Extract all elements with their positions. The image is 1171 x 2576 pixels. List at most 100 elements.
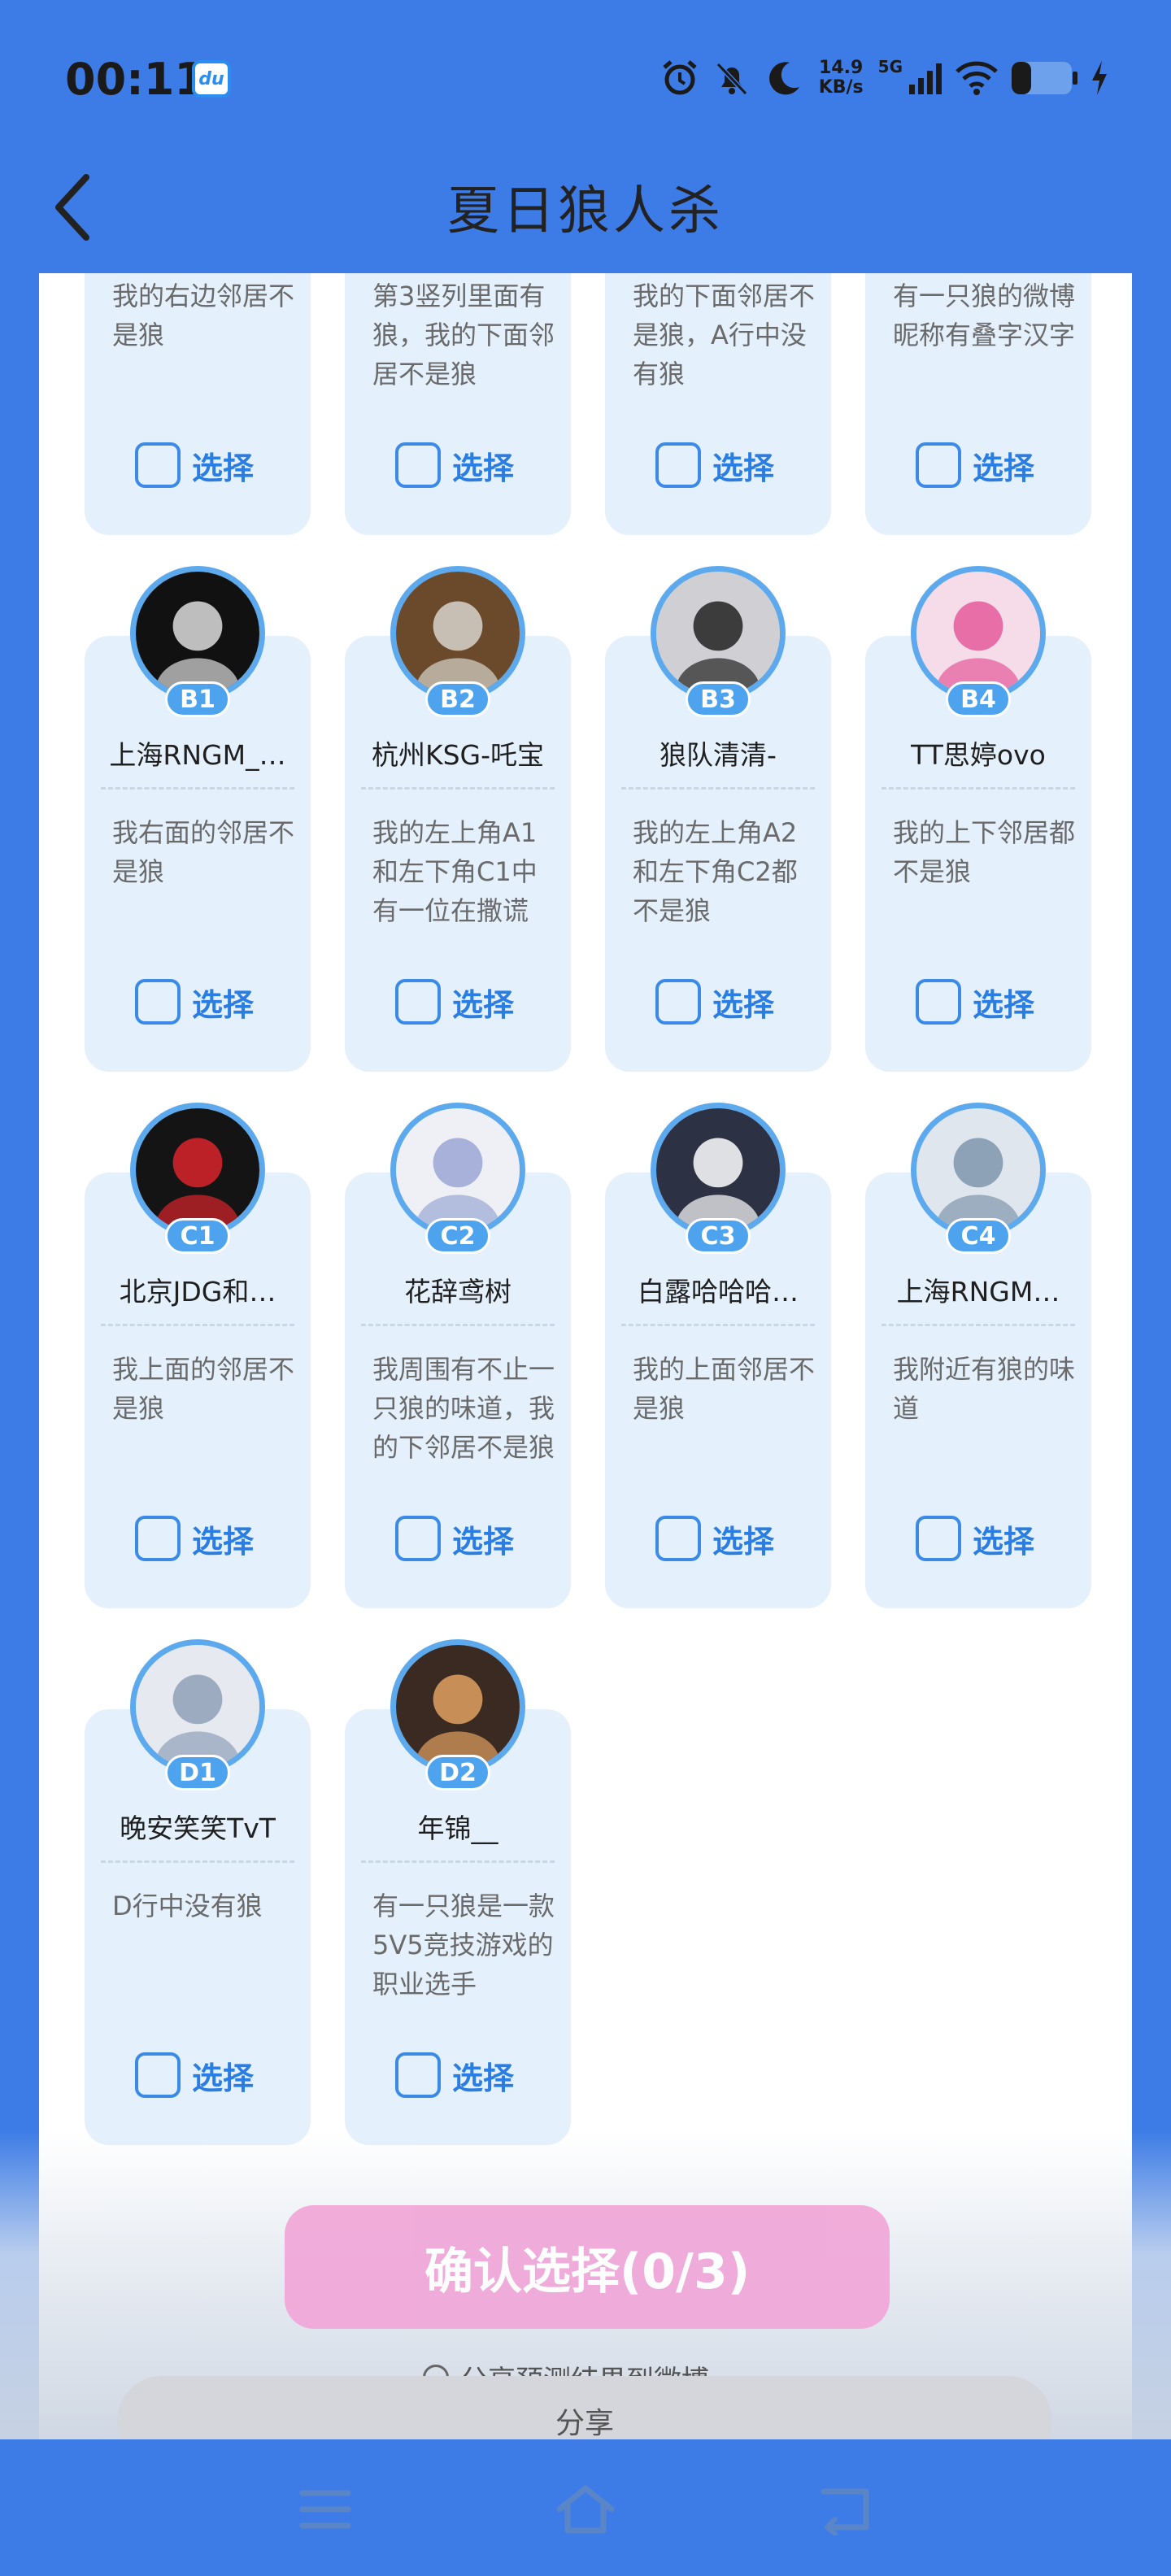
select-toggle[interactable]: 选择 — [655, 442, 774, 488]
wifi-icon — [956, 61, 998, 95]
select-checkbox[interactable] — [655, 979, 701, 1025]
net-speed-unit: KB/s — [818, 77, 864, 98]
select-checkbox[interactable] — [916, 442, 961, 488]
player-claim: 我的上面邻居不是狼 — [633, 1354, 816, 1424]
select-label: 选择 — [973, 450, 1035, 486]
menu-icon — [299, 2490, 351, 2529]
nav-menu-button[interactable] — [293, 2477, 358, 2542]
player-claim: 有一只狼的微博昵称有叠字汉字 — [893, 281, 1076, 350]
player-claim: 有一只狼是一款5V5竞技游戏的职业选手 — [372, 1891, 555, 1999]
player-panel: A1北京JDG-Pa…我的右边邻居不是狼选择A2上海RNGM…第3竖列里面有狼，… — [39, 273, 1132, 2439]
select-toggle[interactable]: 选择 — [135, 442, 254, 488]
back-icon — [821, 2488, 869, 2535]
seat-badge: B2 — [425, 681, 490, 717]
card-divider — [361, 1860, 555, 1863]
select-label: 选择 — [712, 1523, 775, 1560]
select-toggle[interactable]: 选择 — [135, 2052, 254, 2098]
net-speed-value: 14.9 — [819, 58, 864, 78]
nav-home-button[interactable] — [553, 2477, 618, 2542]
player-name: 上海RNGM_… — [109, 739, 286, 771]
seat-badge: D2 — [425, 1755, 490, 1791]
system-nav-bar — [0, 2439, 1171, 2576]
player-claim: 我周围有不止一只狼的味道，我的下邻居不是狼 — [372, 1354, 555, 1463]
select-toggle[interactable]: 选择 — [655, 1516, 774, 1561]
player-name: 白露哈哈哈… — [638, 1276, 799, 1308]
seat-badge: C1 — [165, 1218, 230, 1254]
select-toggle[interactable]: 选择 — [916, 442, 1034, 488]
player-name: TT思婷ovo — [911, 739, 1046, 771]
player-name: 晚安笑笑TvT — [120, 1812, 276, 1844]
charging-icon — [1092, 61, 1107, 95]
select-toggle[interactable]: 选择 — [655, 979, 774, 1025]
select-label: 选择 — [452, 2060, 515, 2096]
alarm-icon — [663, 60, 697, 95]
player-claim: D行中没有狼 — [112, 1891, 263, 1921]
net-speed: 14.9 KB/s — [819, 59, 864, 98]
app-notification-icon: du — [192, 60, 231, 98]
page-title: 夏日狼人杀 — [447, 181, 724, 242]
status-icons: 14.9 KB/s 5G — [660, 54, 1109, 102]
select-label: 选择 — [712, 986, 775, 1023]
player-claim: 我的左上角A1和左下角C1中有一位在撒谎 — [372, 817, 538, 926]
select-label: 选择 — [452, 986, 515, 1023]
select-checkbox[interactable] — [395, 442, 441, 488]
player-name: 北京JDG和… — [119, 1276, 276, 1308]
signal-label: 5G — [877, 57, 903, 76]
player-name: 狼队清清- — [660, 739, 777, 771]
select-label: 选择 — [192, 2060, 255, 2096]
seat-badge: D1 — [165, 1755, 230, 1791]
seat-badge: B1 — [165, 681, 230, 717]
status-time: 00:11 — [65, 54, 205, 105]
select-checkbox[interactable] — [916, 1516, 961, 1561]
card-divider — [621, 787, 815, 790]
select-toggle[interactable]: 选择 — [916, 1516, 1034, 1561]
home-icon — [556, 2485, 615, 2534]
select-label: 选择 — [452, 1523, 515, 1560]
select-label: 选择 — [973, 986, 1035, 1023]
select-checkbox[interactable] — [395, 1516, 441, 1561]
select-checkbox[interactable] — [135, 2052, 181, 2098]
select-label: 选择 — [192, 1523, 255, 1560]
select-checkbox[interactable] — [655, 442, 701, 488]
card-divider — [361, 787, 555, 790]
battery-icon — [1012, 62, 1077, 94]
nav-back-button[interactable] — [813, 2477, 878, 2542]
select-checkbox[interactable] — [135, 442, 181, 488]
player-name: 上海RNGM… — [896, 1276, 1060, 1308]
confirm-selection-button[interactable]: 确认选择(0/3) — [285, 2205, 890, 2329]
seat-badge: C4 — [946, 1218, 1011, 1254]
select-label: 选择 — [973, 1523, 1035, 1560]
player-name: 杭州KSG-吒宝 — [371, 739, 545, 771]
select-toggle[interactable]: 选择 — [135, 1516, 254, 1561]
player-name: 花辞鸢树 — [404, 1276, 511, 1308]
select-label: 选择 — [452, 450, 515, 486]
select-checkbox[interactable] — [135, 1516, 181, 1561]
select-toggle[interactable]: 选择 — [135, 979, 254, 1025]
player-claim: 我上面的邻居不是狼 — [112, 1354, 295, 1424]
player-claim: 我的下面邻居不是狼，A行中没有狼 — [633, 281, 816, 389]
select-toggle[interactable]: 选择 — [395, 2052, 514, 2098]
player-claim: 我右面的邻居不是狼 — [112, 817, 295, 887]
select-checkbox[interactable] — [395, 2052, 441, 2098]
select-toggle[interactable]: 选择 — [916, 979, 1034, 1025]
select-toggle[interactable]: 选择 — [395, 1516, 514, 1561]
select-checkbox[interactable] — [916, 979, 961, 1025]
card-divider — [361, 1324, 555, 1326]
player-claim: 我的左上角A2和左下角C2都不是狼 — [633, 817, 798, 926]
moon-icon — [768, 62, 799, 95]
card-divider — [882, 787, 1075, 790]
select-checkbox[interactable] — [655, 1516, 701, 1561]
card-divider — [101, 787, 294, 790]
select-checkbox[interactable] — [395, 979, 441, 1025]
player-claim: 我附近有狼的味道 — [893, 1354, 1076, 1424]
select-toggle[interactable]: 选择 — [395, 442, 514, 488]
select-label: 选择 — [192, 986, 255, 1023]
player-grid: A1北京JDG-Pa…我的右边邻居不是狼选择A2上海RNGM…第3竖列里面有狼，… — [39, 273, 1132, 2439]
page-header: 夏日狼人杀 — [0, 154, 1171, 273]
seat-badge: B4 — [946, 681, 1011, 717]
select-toggle[interactable]: 选择 — [395, 979, 514, 1025]
select-checkbox[interactable] — [135, 979, 181, 1025]
player-claim: 第3竖列里面有狼，我的下面邻居不是狼 — [372, 281, 555, 389]
seat-badge: C3 — [686, 1218, 751, 1254]
seat-badge: B3 — [686, 681, 751, 717]
